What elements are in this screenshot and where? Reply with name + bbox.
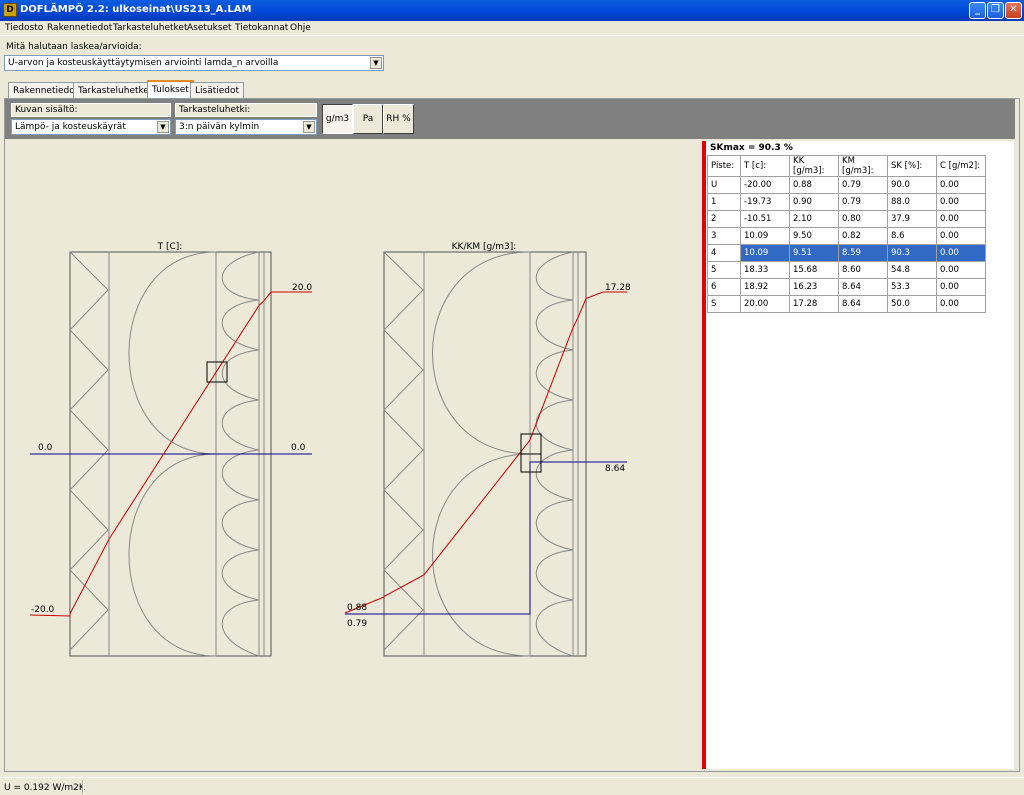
table-cell: 0.79 (838, 193, 888, 211)
table-cell: 1 (707, 193, 741, 211)
skmax-label: SKmax = 90.3 % (710, 143, 793, 153)
table-header-cell: SK [%]: (887, 155, 937, 177)
end-label-kk-right: 17.28 (605, 283, 631, 293)
table-cell: 0.00 (936, 295, 986, 313)
chart-title: T [C]: (157, 242, 183, 252)
table-cell: 8.6 (887, 227, 937, 245)
table-cell: 0.00 (936, 227, 986, 245)
table-cell: 8.59 (838, 244, 888, 262)
end-label-km-right: 8.64 (605, 464, 625, 474)
end-label-left: -20.0 (31, 605, 55, 615)
table-cell: 90.3 (887, 244, 937, 262)
table-cell: 4 (707, 244, 741, 262)
table-cell: 0.00 (936, 244, 986, 262)
selected-point-marker (206, 361, 228, 383)
table-cell: 16.23 (789, 278, 839, 296)
charts-area: T [C]: 0.0 0.0 20.0 -20.0 KK/KM [g/m3]: (29, 242, 631, 657)
table-cell: 0.00 (936, 176, 986, 194)
end-label-right: 20.0 (292, 283, 312, 293)
restore-button[interactable]: ❐ (987, 2, 1004, 19)
table-cell: 0.90 (789, 193, 839, 211)
table-cell: 0.00 (936, 278, 986, 296)
table-header-cell: Piste: (707, 155, 741, 177)
selected-point-marker (520, 453, 542, 473)
table-cell: 0.82 (838, 227, 888, 245)
zero-label-right: 0.0 (291, 443, 306, 453)
table-header-cell: C [g/m2]: (936, 155, 986, 177)
u-value-status: U = 0.192 W/m2K (4, 783, 85, 793)
table-header-cell: KK [g/m3]: (789, 155, 839, 177)
table-cell: 10.09 (740, 227, 790, 245)
table-cell: 2 (707, 210, 741, 228)
chart-title: KK/KM [g/m3]: (452, 242, 517, 252)
table-row[interactable]: S 20.00 17.28 8.64 50.0 0.00 (707, 295, 986, 313)
table-cell: -20.00 (740, 176, 790, 194)
table-cell: 20.00 (740, 295, 790, 313)
table-cell: 18.92 (740, 278, 790, 296)
table-row[interactable]: 3 10.09 9.50 0.82 8.6 0.00 (707, 227, 986, 245)
table-row[interactable]: U -20.00 0.88 0.79 90.0 0.00 (707, 176, 986, 194)
table-cell: 0.79 (838, 176, 888, 194)
close-button[interactable]: ✕ (1005, 2, 1022, 19)
moisture-chart: KK/KM [g/m3]: 17.28 8.64 0.88 0.79 (344, 242, 631, 657)
table-cell: 54.8 (887, 261, 937, 279)
table-cell: 8.64 (838, 278, 888, 296)
table-cell: 0.80 (838, 210, 888, 228)
end-label-km-left: 0.79 (347, 619, 367, 629)
table-row[interactable]: 5 18.33 15.68 8.60 54.8 0.00 (707, 261, 986, 279)
temperature-chart: T [C]: 0.0 0.0 20.0 -20.0 (29, 242, 312, 657)
table-cell: 50.0 (887, 295, 937, 313)
table-cell: 2.10 (789, 210, 839, 228)
table-cell: -19.73 (740, 193, 790, 211)
table-cell: 0.00 (936, 193, 986, 211)
table-cell: 17.28 (789, 295, 839, 313)
table-cell: 0.00 (936, 210, 986, 228)
minimize-button[interactable]: _ (969, 2, 986, 19)
end-label-kk-left: 0.88 (347, 603, 367, 613)
table-cell: 88.0 (887, 193, 937, 211)
table-cell: 8.64 (838, 295, 888, 313)
status-separator (82, 780, 84, 794)
table-cell: 0.00 (936, 261, 986, 279)
table-cell: 18.33 (740, 261, 790, 279)
table-cell: 3 (707, 227, 741, 245)
table-cell: 5 (707, 261, 741, 279)
table-cell: 37.9 (887, 210, 937, 228)
table-header-row: Piste: T [c]: KK [g/m3]: KM [g/m3]: SK [%]: C… (707, 155, 986, 177)
table-header-cell: KM [g/m3]: (838, 155, 888, 177)
table-row[interactable]: 4 10.09 9.51 8.59 90.3 0.00 (707, 244, 986, 262)
table-cell: -10.51 (740, 210, 790, 228)
table-row[interactable]: 1 -19.73 0.90 0.79 88.0 0.00 (707, 193, 986, 211)
table-cell: 9.50 (789, 227, 839, 245)
table-cell: 0.88 (789, 176, 839, 194)
table-cell: 6 (707, 278, 741, 296)
results-panel: SKmax = 90.3 % Piste: T [c]: KK [g/m3]: KM … (706, 141, 1014, 769)
table-cell: 9.51 (789, 244, 839, 262)
table-cell: S (707, 295, 741, 313)
table-header-cell: T [c]: (740, 155, 790, 177)
table-row[interactable]: 2 -10.51 2.10 0.80 37.9 0.00 (707, 210, 986, 228)
results-table: Piste: T [c]: KK [g/m3]: KM [g/m3]: SK [%]: C… (707, 155, 986, 313)
table-cell: U (707, 176, 741, 194)
table-cell: 15.68 (789, 261, 839, 279)
zero-label-left: 0.0 (38, 443, 53, 453)
table-cell: 53.3 (887, 278, 937, 296)
table-cell: 8.60 (838, 261, 888, 279)
table-cell: 10.09 (740, 244, 790, 262)
status-bar: U = 0.192 W/m2K (0, 777, 1024, 795)
table-row[interactable]: 6 18.92 16.23 8.64 53.3 0.00 (707, 278, 986, 296)
table-cell: 90.0 (887, 176, 937, 194)
wall-layers (383, 251, 579, 657)
